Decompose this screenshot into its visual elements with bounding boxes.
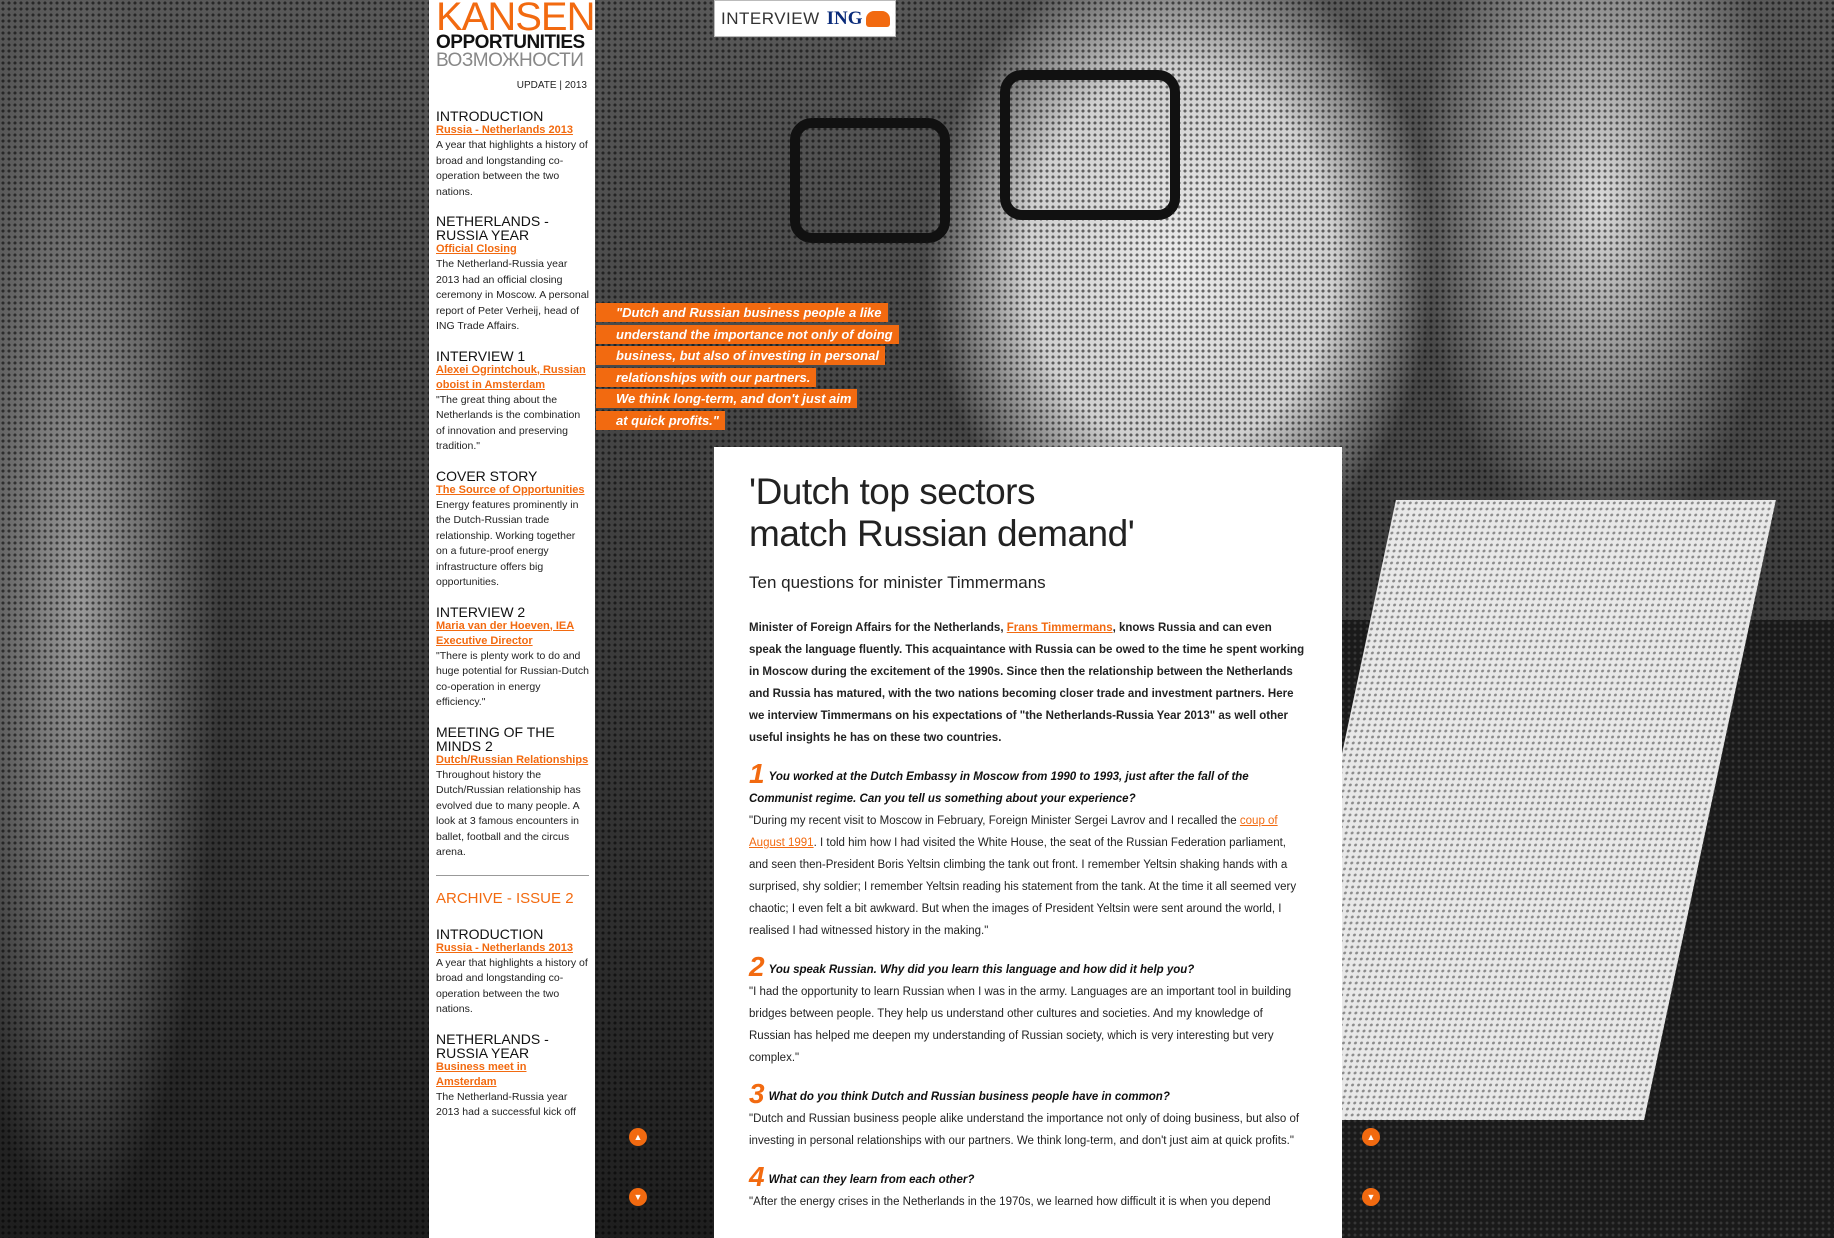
sidebar-section-text: A year that highlights a history of broa… [436,139,588,198]
sidebar-section: INTERVIEW 2 Maria van der Hoeven, IEA Exe… [436,605,589,711]
sidebar-section-text: A year that highlights a history of broa… [436,956,588,1016]
sidebar-section-text: Throughout history the Dutch/Russian rel… [436,768,581,859]
answer: "After the energy crises in the Netherla… [749,1191,1307,1213]
sidebar-section: COVER STORY The Source of Opportunities En… [436,469,589,591]
sidebar-divider [436,874,589,876]
sidebar-section: INTRODUCTION Russia - Netherlands 2013 A y… [436,109,589,200]
answer: "Dutch and Russian business people alike… [749,1108,1307,1152]
article-intro: Minister of Foreign Affairs for the Neth… [749,617,1307,749]
scroll-up-button-right[interactable]: ▲ [1362,1128,1380,1146]
question-number: 4 [749,1161,765,1192]
question-number: 3 [749,1078,765,1109]
article-title-line1: 'Dutch top sectors [749,471,1035,512]
scroll-down-button-left[interactable]: ▼ [629,1188,647,1206]
sidebar-section: INTERVIEW 1 Alexei Ogrintchouk, Russian o… [436,349,589,455]
logo-kansen: KANSEN [436,0,595,39]
pull-quote-line: at quick profits." [616,412,719,428]
logo-russian: ВОЗМОЖНОСТИ [436,50,584,71]
article-title: 'Dutch top sectors match Russian demand' [749,471,1307,555]
scroll-up-button-left[interactable]: ▲ [629,1128,647,1146]
pull-quote-text: "Dutch and Russian business people a lik… [596,303,899,430]
answer-text: "I had the opportunity to learn Russian … [749,986,1292,1064]
answer-text-after: . I told him how I had visited the White… [749,837,1297,937]
pull-quote-line: relationships with our partners. [616,369,811,385]
sidebar-section-heading: INTRODUCTION [436,925,544,942]
question-number: 2 [749,951,765,982]
ing-brand: ING [826,7,863,29]
sidebar-section-heading: COVER STORY [436,467,538,484]
sidebar-section-heading: INTERVIEW 1 [436,347,526,364]
sidebar-section-text: "There is plenty work to do and huge pot… [436,649,589,709]
sidebar-section-heading: INTRODUCTION [436,108,544,124]
question: 1 You worked at the Dutch Embassy in Mosc… [749,760,1307,810]
intro-text-before: Minister of Foreign Affairs for the Neth… [749,622,1007,634]
sidebar-section-link[interactable]: Official Closing [436,242,589,257]
answer-text: "During my recent visit to Moscow in Feb… [749,815,1240,827]
pull-quote-line: business, but also of investing in perso… [616,348,879,363]
questions-list: 1 You worked at the Dutch Embassy in Mosc… [749,760,1307,1213]
frans-timmermans-link[interactable]: Frans Timmermans [1007,622,1113,634]
interview-badge: INTERVIEW ING [714,0,896,37]
sidebar-section-heading: INTERVIEW 2 [436,603,526,620]
article-subtitle: Ten questions for minister Timmermans [749,573,1046,592]
sidebar-section: NETHERLANDS - RUSSIA YEAR Business meet i… [436,1032,589,1121]
question-text: You speak Russian. Why did you learn thi… [768,964,1195,976]
pull-quote-line: understand the importance not only of do… [616,326,893,342]
sidebar-section-text: The Netherland-Russia year 2013 had an o… [436,258,589,332]
archive-title: ARCHIVE - ISSUE 2 [436,889,574,907]
photo-glasses-left [790,118,950,243]
question-number: 1 [749,758,765,789]
sidebar-section-link[interactable]: Alexei Ogrintchouk, Russian oboist in Am… [436,363,589,393]
sidebar-section-heading: NETHERLANDS - RUSSIA YEAR [436,213,549,243]
question: 3 What do you think Dutch and Russian bus… [749,1080,1307,1108]
sidebar-section-text: Energy features prominently in the Dutch… [436,498,579,589]
ing-lion-icon [865,10,890,27]
sidebar-section-text: The Netherland-Russia year 2013 had a su… [436,1090,576,1119]
question-text: You worked at the Dutch Embassy in Mosco… [749,771,1249,805]
sidebar-section-link[interactable]: Maria van der Hoeven, IEA Executive Dire… [436,619,589,649]
answer: "During my recent visit to Moscow in Feb… [749,810,1307,942]
sidebar-section-link[interactable]: Business meet in Amsterdam [436,1060,589,1090]
sidebar-section-link[interactable]: The Source of Opportunities [436,483,589,498]
article-title-line2: match Russian demand' [749,513,1135,554]
photo-glasses-right [1000,70,1180,220]
sidebar-section-heading: MEETING OF THE MINDS 2 [436,723,555,754]
sidebar-section: MEETING OF THE MINDS 2 Dutch/Russian Rela… [436,725,589,861]
article-card: 'Dutch top sectors match Russian demand'… [714,447,1342,1238]
question: 4 What can they learn from each other? [749,1163,1307,1191]
sidebar-section-link[interactable]: Dutch/Russian Relationships [436,753,589,768]
pull-quote-line: We think long-term, and don't just aim [616,391,852,406]
sidebar-section-heading: NETHERLANDS - RUSSIA YEAR [436,1030,549,1061]
question-text: What can they learn from each other? [768,1174,975,1186]
sidebar-section: INTRODUCTION Russia - Netherlands 2013 A y… [436,927,589,1018]
pull-quote-line: "Dutch and Russian business people a lik… [616,305,882,320]
answer-text: "After the energy crises in the Netherla… [749,1196,1271,1208]
badge-label: INTERVIEW [721,8,820,28]
site-logo[interactable]: KANSEN OPPORTUNITIES ВОЗМОЖНОСТИ [436,0,595,71]
answer-text: "Dutch and Russian business people alike… [749,1113,1300,1147]
intro-text-after: , knows Russia and can even speak the la… [749,622,1305,744]
answer: "I had the opportunity to learn Russian … [749,981,1307,1069]
scroll-down-button-right[interactable]: ▼ [1362,1188,1380,1206]
sidebar-nav: KANSEN OPPORTUNITIES ВОЗМОЖНОСТИ UPDATE … [429,0,595,1238]
sidebar-section: NETHERLANDS - RUSSIA YEAR Official Closin… [436,214,589,335]
question: 2 You speak Russian. Why did you learn th… [749,953,1307,981]
pull-quote: "Dutch and Russian business people a lik… [596,302,899,431]
sidebar-section-text: "The great thing about the Netherlands i… [436,393,581,453]
sidebar-section-link[interactable]: Russia - Netherlands 2013 [436,123,589,138]
update-label: UPDATE | 2013 [516,80,587,91]
sidebar-section-link[interactable]: Russia - Netherlands 2013 [436,941,589,956]
question-text: What do you think Dutch and Russian busi… [768,1091,1170,1103]
